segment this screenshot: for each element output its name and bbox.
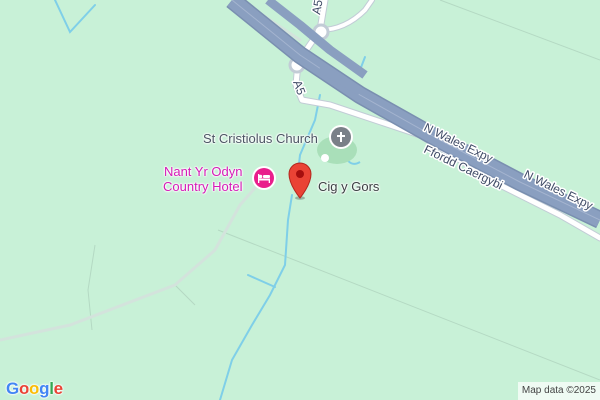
map-attribution[interactable]: Map data ©2025 — [517, 382, 600, 400]
hotel-label-line2: Country Hotel — [163, 179, 243, 194]
logo-letter: g — [39, 379, 50, 398]
place-label[interactable]: Cig y Gors — [318, 179, 379, 194]
logo-letter: o — [29, 379, 40, 398]
hotel-marker[interactable] — [254, 168, 274, 188]
a5-label: A5 — [290, 78, 308, 97]
church-marker[interactable] — [331, 127, 351, 147]
minor-roads — [0, 0, 302, 342]
logo-letter: o — [18, 379, 30, 398]
map-canvas[interactable]: N Wales Expy N Wales Expy N Wales Expy N… — [0, 0, 600, 400]
map-pin-icon[interactable] — [287, 161, 313, 201]
hotel-label[interactable]: Nant Yr Odyn Country Hotel — [163, 164, 242, 194]
logo-letter: G — [6, 379, 19, 398]
bed-icon — [258, 174, 270, 183]
a5-label: A5 — [309, 0, 325, 16]
hotel-label-line1: Nant Yr Odyn — [163, 164, 243, 179]
cross-icon — [337, 132, 345, 142]
church-label[interactable]: St Cristiolus Church — [203, 131, 318, 146]
logo-letter: e — [53, 379, 63, 398]
google-logo[interactable]: Google — [6, 379, 63, 399]
